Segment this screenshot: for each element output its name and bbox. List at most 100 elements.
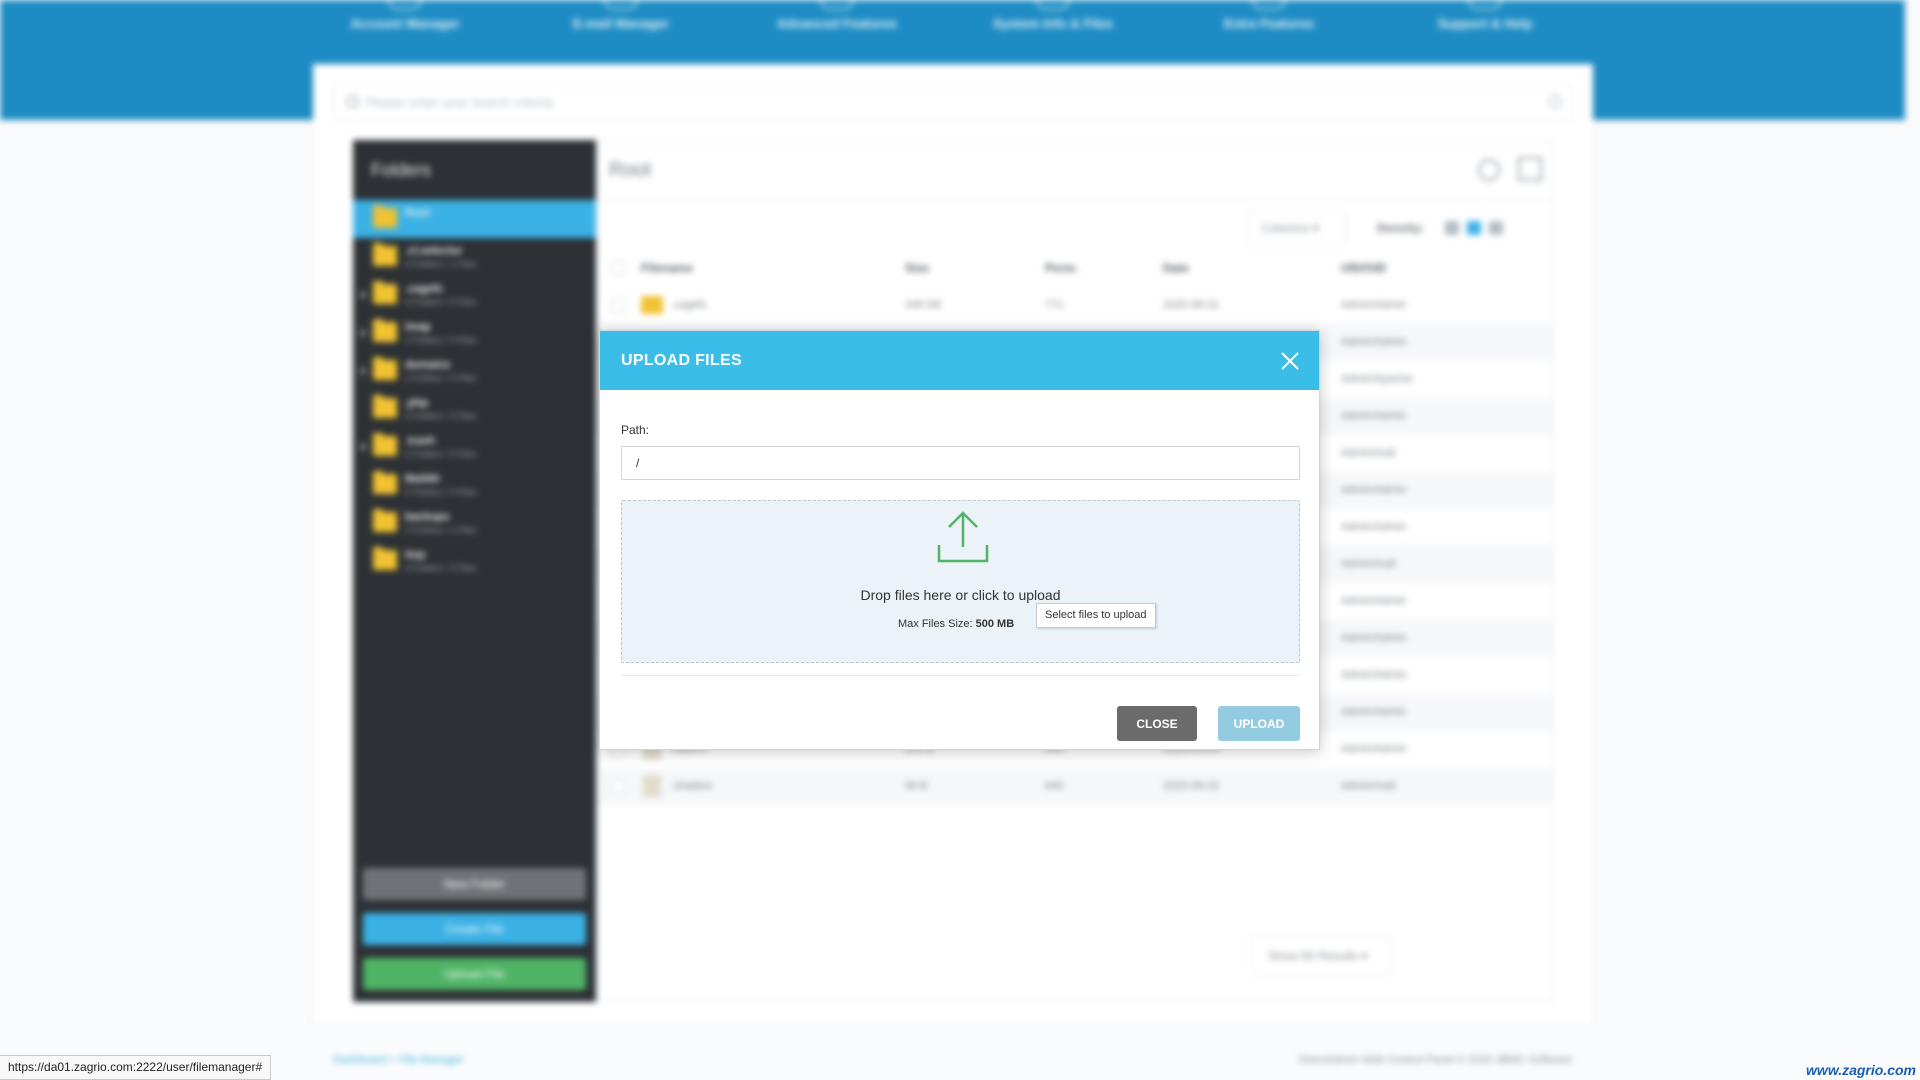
folder-name: Maildir	[405, 473, 441, 485]
file-uid: Admin/Admin	[1341, 632, 1407, 644]
file-dropzone[interactable]: Drop files here or click to upload Max F…	[621, 500, 1300, 663]
table-row[interactable]: .shadow 98 B 640 2020-08-02 Admin/mail	[599, 768, 1552, 805]
nav-item[interactable]: Account Manager	[330, 10, 480, 31]
folder-counts: 1 Folders / 0 Files	[405, 373, 477, 383]
expand-arrow-icon[interactable]	[361, 290, 367, 300]
file-uid: Admin/Admin	[1341, 521, 1407, 533]
current-folder-title: Root	[609, 159, 652, 181]
select-files-tooltip: Select files to upload	[1036, 603, 1156, 628]
folder-name: tmp	[405, 549, 426, 561]
folder-counts: 4 Folders / 0 Files	[405, 297, 477, 307]
footer-copyright: DirectAdmin Web Control Panel © 2020 JBM…	[1298, 1054, 1572, 1066]
columns-dropdown[interactable]: Columns ▾	[1247, 211, 1347, 245]
folder-name: .php	[405, 397, 429, 409]
select-all-checkbox[interactable]	[611, 261, 625, 275]
folder-icon	[373, 433, 397, 456]
density-normal-icon[interactable]	[1467, 221, 1481, 235]
results-per-page-dropdown[interactable]: Show 50 Results ▾	[1251, 936, 1391, 974]
file-uid: Admin/mail	[1341, 780, 1396, 792]
folder-icon	[373, 243, 397, 266]
folder-counts: 1 Folders / 0 Files	[405, 335, 477, 345]
folder-icon	[373, 319, 397, 342]
folder-icon	[373, 205, 397, 228]
row-checkbox[interactable]	[611, 299, 625, 313]
nav-item[interactable]: Support & Help	[1410, 10, 1560, 31]
nav-item[interactable]: System Info & Files	[978, 10, 1128, 31]
upload-button[interactable]: UPLOAD	[1218, 706, 1300, 741]
folder-name: imap	[405, 321, 431, 333]
folder-item[interactable]: Root	[353, 200, 596, 238]
column-filename[interactable]: Filename	[641, 261, 693, 275]
column-size[interactable]: Size	[905, 261, 929, 275]
file-size: 98 B	[905, 780, 928, 792]
file-uid: Admin/Admin	[1341, 706, 1407, 718]
nav-item[interactable]: Extra Features	[1194, 10, 1344, 31]
folder-name: .trash	[405, 435, 435, 447]
watermark: www.zagrio.com	[1806, 1062, 1916, 1078]
modal-header: UPLOAD FILES	[600, 331, 1319, 390]
table-header: Filename Size Perm. Date UID/GID	[599, 249, 1552, 287]
file-perm: 640	[1045, 780, 1064, 792]
column-perm[interactable]: Perm.	[1045, 261, 1078, 275]
folder-name: domains	[405, 359, 451, 371]
folder-item[interactable]: tmp 0 Folders / 0 Files	[353, 542, 596, 580]
global-search[interactable]: Please enter your search criteria	[333, 84, 1573, 120]
breadcrumb[interactable]: Dashboard > File Manager	[333, 1054, 464, 1066]
file-date: 2020-08-02	[1163, 780, 1220, 792]
path-input[interactable]	[621, 446, 1300, 480]
expand-arrow-icon[interactable]	[361, 328, 367, 338]
folder-icon	[373, 357, 397, 380]
folder-item[interactable]: .cagefs 4 Folders / 0 Files	[353, 276, 596, 314]
folder-item[interactable]: .cl.selector 0 Folders / 1 Files	[353, 238, 596, 276]
folder-counts: 0 Folders / 0 Files	[405, 487, 477, 497]
search-icon[interactable]	[1477, 159, 1500, 181]
upload-files-modal: UPLOAD FILES Path: Drop files here or cl…	[599, 330, 1320, 750]
folder-item[interactable]: backups 0 Folders / 1 Files	[353, 504, 596, 542]
expand-arrow-icon[interactable]	[361, 366, 367, 376]
column-uid[interactable]: UID/GID	[1341, 261, 1386, 275]
file-uid: Admin/Admin	[1341, 743, 1407, 755]
folder-item[interactable]: .trash 2 Folders / 0 Files	[353, 428, 596, 466]
density-label: Density:	[1377, 221, 1425, 235]
gear-icon[interactable]	[1548, 95, 1562, 109]
column-date[interactable]: Date	[1163, 261, 1189, 275]
folder-counts: 0 Folders / 1 Files	[405, 525, 477, 535]
file-uid: Admin/Admin	[1341, 336, 1407, 348]
file-uid: Admin/Admin	[1341, 669, 1407, 681]
create-file-button[interactable]: Create File	[363, 913, 586, 945]
folder-name: Root	[405, 207, 431, 219]
new-folder-button[interactable]: New Folder	[363, 868, 586, 900]
browser-status-url: https://da01.zagrio.com:2222/user/filema…	[0, 1055, 272, 1080]
file-name: .shadow	[671, 780, 712, 792]
folder-item[interactable]: Maildir 0 Folders / 0 Files	[353, 466, 596, 504]
folder-icon	[373, 471, 397, 494]
folder-icon	[373, 395, 397, 418]
density-comfortable-icon[interactable]	[1489, 221, 1503, 235]
folder-icon	[641, 296, 663, 314]
folder-item[interactable]: imap 1 Folders / 0 Files	[353, 314, 596, 352]
expand-icon[interactable]	[1518, 157, 1542, 181]
results-per-page-label: Show 50 Results	[1268, 949, 1359, 963]
folders-sidebar: Folders Root .cl.selector 0 Folders / 1 Fi…	[353, 140, 596, 1002]
folder-counts: 0 Folders / 1 Files	[405, 259, 477, 269]
upload-file-button[interactable]: Upload File	[363, 958, 586, 990]
max-file-size: Max Files Size: 500 MB	[898, 618, 1014, 630]
expand-arrow-icon[interactable]	[361, 442, 367, 452]
file-perm: 771	[1045, 299, 1064, 311]
density-compact-icon[interactable]	[1445, 221, 1459, 235]
folder-icon	[373, 547, 397, 570]
folder-item[interactable]: domains 1 Folders / 0 Files	[353, 352, 596, 390]
folder-counts: 0 Folders / 0 Files	[405, 563, 477, 573]
folder-icon	[373, 281, 397, 304]
table-row[interactable]: .cagefs 348 KB 771 2020-08-01 Admin/Admin	[599, 287, 1552, 324]
file-uid: Admin/Admin	[1341, 299, 1407, 311]
nav-item[interactable]: E-mail Manager	[546, 10, 696, 31]
folder-item[interactable]: .php 0 Folders / 0 Files	[353, 390, 596, 428]
close-button[interactable]: CLOSE	[1117, 706, 1197, 741]
close-icon[interactable]	[1279, 350, 1301, 372]
panel-tools	[1477, 157, 1542, 186]
nav-item[interactable]: Advanced Features	[762, 10, 912, 31]
file-size: 348 KB	[905, 299, 942, 311]
row-checkbox[interactable]	[611, 780, 625, 794]
columns-label: Columns	[1262, 221, 1310, 235]
